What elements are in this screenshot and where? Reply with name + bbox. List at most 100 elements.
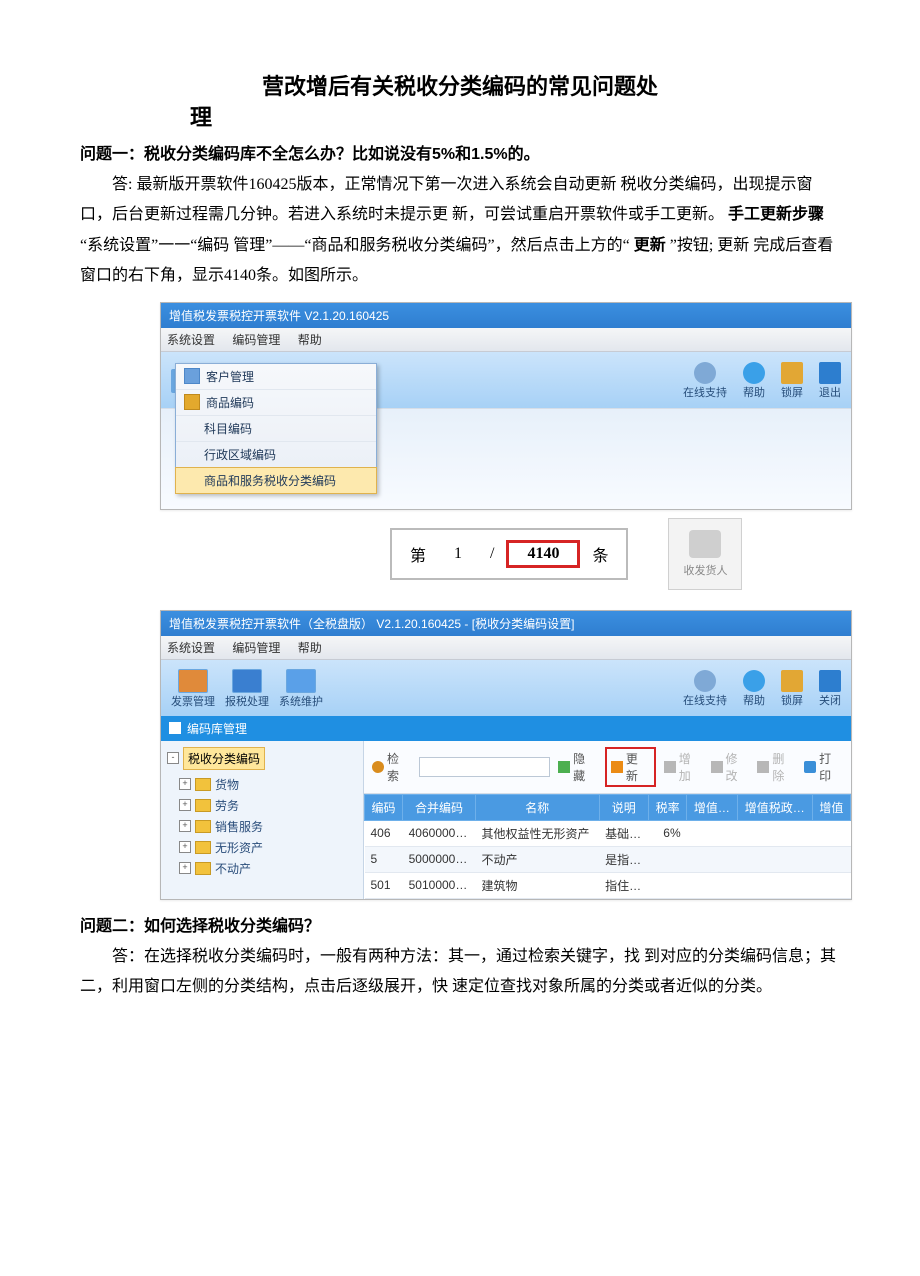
tree-item-label: 不动产 xyxy=(215,860,251,877)
toolbar-tax-label: 报税处理 xyxy=(225,693,269,709)
add-icon xyxy=(664,761,676,773)
app1-body: 客户管理 商品编码 科目编码 行政区域编码 商品和服务税收分类编码 xyxy=(161,408,851,509)
cell-empty xyxy=(812,846,850,872)
table-row[interactable]: 5 5000000… 不动产 是指… xyxy=(365,846,851,872)
menu-code[interactable]: 编码管理 xyxy=(232,333,280,347)
dropdown-product-label: 商品编码 xyxy=(206,394,254,411)
toolbar-help[interactable]: 帮助 xyxy=(743,362,765,400)
app2-menu-code[interactable]: 编码管理 xyxy=(232,641,280,655)
toolbar-exit-label: 退出 xyxy=(819,384,841,400)
expand-icon[interactable]: + xyxy=(179,820,191,832)
app2-toolbar-close[interactable]: 关闭 xyxy=(819,670,841,708)
folder-icon xyxy=(195,778,211,791)
app2-toolbar-help[interactable]: 帮助 xyxy=(743,670,765,708)
dropdown-region-code[interactable]: 行政区域编码 xyxy=(176,442,376,468)
avatar-icon xyxy=(689,530,721,558)
add-button[interactable]: 增加 xyxy=(664,750,703,784)
toolbar-support[interactable]: 在线支持 xyxy=(683,362,727,400)
data-table: 编码 合并编码 名称 说明 税率 增值… 增值税政… 增值 406 406000… xyxy=(364,794,851,899)
modify-label: 修改 xyxy=(726,750,750,784)
menu-help[interactable]: 帮助 xyxy=(298,333,322,347)
app2-content: - 税收分类编码 +货物 +劳务 +销售服务 +无形资产 + 不动产 检索 隐藏 … xyxy=(161,741,851,899)
hide-button[interactable]: 隐藏 xyxy=(558,750,597,784)
tree-item-goods[interactable]: +货物 xyxy=(179,774,357,795)
col-vat2[interactable]: 增值税政… xyxy=(737,794,812,820)
delete-button[interactable]: 删除 xyxy=(757,750,796,784)
check-icon xyxy=(558,761,570,773)
dropdown-tax-classify-code[interactable]: 商品和服务税收分类编码 xyxy=(175,467,377,494)
maintain-icon xyxy=(286,669,316,693)
app2-menu-system[interactable]: 系统设置 xyxy=(167,641,215,655)
expand-icon[interactable]: + xyxy=(179,799,191,811)
tree-collapse-icon[interactable]: - xyxy=(167,752,179,764)
tax-icon xyxy=(232,669,262,693)
app2-toolbar-lock[interactable]: 锁屏 xyxy=(781,670,803,708)
table-row[interactable]: 501 5010000… 建筑物 指住… xyxy=(365,872,851,898)
menu-system[interactable]: 系统设置 xyxy=(167,333,215,347)
lock-icon xyxy=(781,362,803,384)
app2-toolbar-support[interactable]: 在线支持 xyxy=(683,670,727,708)
customer-icon xyxy=(184,368,200,384)
cell-code: 501 xyxy=(365,872,403,898)
list-icon xyxy=(169,722,181,734)
tree-item-realestate[interactable]: + 不动产 xyxy=(179,858,357,879)
tree-item-intangible[interactable]: +无形资产 xyxy=(179,837,357,858)
pager-row: 第 1 / 4140 条 收发货人 xyxy=(390,518,840,590)
dropdown-customer[interactable]: 客户管理 xyxy=(176,364,376,390)
app1-toolbar-right: 在线支持 帮助 锁屏 退出 xyxy=(683,362,841,400)
cell-rate xyxy=(649,846,687,872)
app2-subbar: 编码库管理 xyxy=(161,716,851,741)
folder-icon xyxy=(195,820,211,833)
col-vat3[interactable]: 增值 xyxy=(812,794,850,820)
print-button[interactable]: 打印 xyxy=(804,750,843,784)
modify-button[interactable]: 修改 xyxy=(711,750,750,784)
col-note[interactable]: 说明 xyxy=(599,794,648,820)
search-label: 检索 xyxy=(372,750,411,784)
expand-icon[interactable]: + xyxy=(179,841,191,853)
search-input[interactable] xyxy=(419,757,550,777)
receiver-box[interactable]: 收发货人 xyxy=(668,518,742,590)
dropdown-product-code[interactable]: 商品编码 xyxy=(176,390,376,416)
dropdown-subject-code[interactable]: 科目编码 xyxy=(176,416,376,442)
cell-empty xyxy=(812,820,850,846)
toolbar-exit[interactable]: 退出 xyxy=(819,362,841,400)
receiver-label: 收发货人 xyxy=(683,562,727,578)
col-rate[interactable]: 税率 xyxy=(649,794,687,820)
tree-children: +货物 +劳务 +销售服务 +无形资产 + 不动产 xyxy=(179,774,357,879)
col-name[interactable]: 名称 xyxy=(475,794,599,820)
app1-menubar: 系统设置 编码管理 帮助 xyxy=(161,328,851,352)
answer2: 答：在选择税收分类编码时，一般有两种方法：其一，通过检索关键字，找 到对应的分类… xyxy=(80,942,840,1003)
col-vat1[interactable]: 增值… xyxy=(687,794,737,820)
cell-name: 不动产 xyxy=(475,846,599,872)
app2-close-label: 关闭 xyxy=(819,692,841,708)
toolbar-invoice-label: 发票管理 xyxy=(171,693,215,709)
print-label: 打印 xyxy=(819,750,843,784)
app2-support-label: 在线支持 xyxy=(683,692,727,708)
pager-label-last: 条 xyxy=(592,542,608,566)
col-merge[interactable]: 合并编码 xyxy=(403,794,476,820)
table-row[interactable]: 406 4060000… 其他权益性无形资产 基础… 6% xyxy=(365,820,851,846)
app2-toolbar-left: 发票管理 报税处理 系统维护 xyxy=(171,669,323,709)
toolbar-lock[interactable]: 锁屏 xyxy=(781,362,803,400)
tree-panel: - 税收分类编码 +货物 +劳务 +销售服务 +无形资产 + 不动产 xyxy=(161,741,364,899)
col-code[interactable]: 编码 xyxy=(365,794,403,820)
search-label-text: 检索 xyxy=(387,750,411,784)
update-button-highlighted[interactable]: 更新 xyxy=(605,747,656,787)
tree-item-sales-service[interactable]: +销售服务 xyxy=(179,816,357,837)
question1-heading: 问题一：税收分类编码库不全怎么办？比如说没有5%和1.5%的。 xyxy=(80,140,840,164)
cell-code: 406 xyxy=(365,820,403,846)
cell-name: 建筑物 xyxy=(475,872,599,898)
subbar-label: 编码库管理 xyxy=(187,720,247,737)
support-icon xyxy=(694,362,716,384)
expand-icon[interactable]: + xyxy=(179,778,191,790)
tree-item-labor[interactable]: +劳务 xyxy=(179,795,357,816)
toolbar-tax[interactable]: 报税处理 xyxy=(225,669,269,709)
title-line1: 营改增后有关税收分类编码的常见问题处 xyxy=(262,74,658,99)
tree-root[interactable]: 税收分类编码 xyxy=(183,747,265,770)
app2-menu-help[interactable]: 帮助 xyxy=(298,641,322,655)
app2-lock-label: 锁屏 xyxy=(781,692,803,708)
search-bar: 检索 隐藏 更新 增加 修改 删除 打印 xyxy=(364,741,851,794)
toolbar-maintain[interactable]: 系统维护 xyxy=(279,669,323,709)
expand-icon[interactable]: + xyxy=(179,862,191,874)
toolbar-invoice[interactable]: 发票管理 xyxy=(171,669,215,709)
